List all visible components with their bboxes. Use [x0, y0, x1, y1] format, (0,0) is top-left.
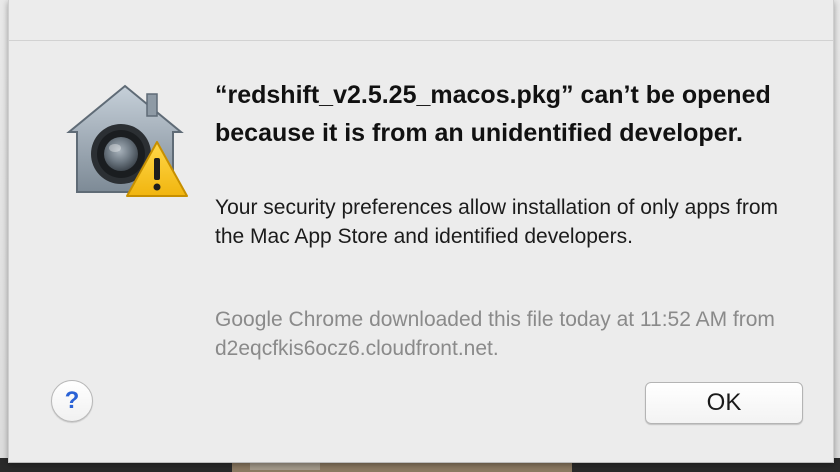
download-source-note: Google Chrome downloaded this file today… — [215, 308, 775, 360]
background-window-tab-detail — [250, 462, 320, 470]
gatekeeper-security-icon — [61, 80, 189, 208]
dialog-top-divider — [9, 40, 833, 41]
security-alert-dialog: “redshift_v2.5.25_macos.pkg” can’t be op… — [8, 0, 834, 463]
help-question-icon: ? — [64, 387, 80, 414]
ok-button[interactable]: OK — [645, 382, 803, 424]
help-button[interactable]: ? — [51, 380, 93, 422]
alert-message: Your security preferences allow installa… — [215, 196, 779, 248]
alert-headline: “redshift_v2.5.25_macos.pkg” can’t be op… — [215, 81, 771, 147]
